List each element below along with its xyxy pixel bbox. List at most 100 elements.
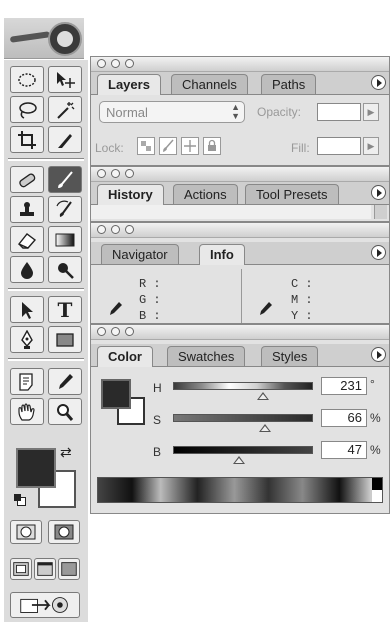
white-swatch[interactable]: [372, 490, 382, 502]
tab-navigator[interactable]: Navigator: [101, 244, 179, 264]
pen-tool[interactable]: [10, 326, 44, 353]
gradient-tool[interactable]: [48, 226, 82, 253]
layers-titlebar[interactable]: [91, 57, 389, 72]
tab-layers[interactable]: Layers: [97, 74, 161, 95]
hue-slider-thumb[interactable]: [256, 392, 269, 400]
panel-menu-arrow-icon[interactable]: [371, 185, 386, 200]
standard-mode-button[interactable]: [10, 520, 42, 544]
close-button[interactable]: [97, 225, 106, 234]
zoom-tool[interactable]: [48, 398, 82, 425]
panel-menu-arrow-icon[interactable]: [371, 347, 386, 362]
swap-colors-icon[interactable]: ⇄: [60, 444, 72, 461]
minimize-button[interactable]: [111, 169, 120, 178]
blend-mode-select[interactable]: Normal ▲ ▼: [99, 101, 245, 123]
hue-slider[interactable]: [173, 382, 313, 390]
zoom-button[interactable]: [125, 327, 134, 336]
default-colors-icon[interactable]: [14, 494, 26, 506]
eyedropper-tool[interactable]: [48, 368, 82, 395]
tab-color[interactable]: Color: [97, 346, 153, 367]
zoom-button[interactable]: [125, 225, 134, 234]
quick-mask-button[interactable]: [48, 520, 80, 544]
black-swatch[interactable]: [372, 478, 382, 490]
tab-history[interactable]: History: [97, 184, 164, 205]
move-tool[interactable]: [48, 66, 82, 93]
close-button[interactable]: [97, 59, 106, 68]
jump-to-imageready-button[interactable]: [10, 592, 80, 618]
saturation-slider-thumb[interactable]: [259, 424, 272, 432]
panel-menu-arrow-icon[interactable]: [371, 75, 386, 90]
close-button[interactable]: [97, 327, 106, 336]
hue-label: H: [153, 381, 162, 395]
fill-arrow-button[interactable]: ▶: [363, 137, 379, 155]
shape-tool[interactable]: [48, 326, 82, 353]
full-screen-menu-mode-button[interactable]: [34, 558, 56, 580]
color-ramp[interactable]: [97, 477, 383, 503]
marquee-tool[interactable]: [10, 66, 44, 93]
panel-foreground-swatch[interactable]: [101, 379, 131, 409]
standard-screen-mode-button[interactable]: [10, 558, 32, 580]
clone-stamp-tool[interactable]: [10, 196, 44, 223]
saturation-slider[interactable]: [173, 414, 313, 422]
scrollbar[interactable]: [374, 205, 387, 219]
hand-icon: [18, 402, 35, 421]
minimize-button[interactable]: [111, 59, 120, 68]
tab-info[interactable]: Info: [199, 244, 245, 265]
dodge-tool[interactable]: [48, 256, 82, 283]
tab-actions[interactable]: Actions: [173, 184, 238, 204]
magic-wand-icon: [57, 101, 75, 119]
magnifier-icon: [57, 403, 74, 421]
fill-field[interactable]: [317, 137, 361, 155]
lock-pixels-button[interactable]: [159, 137, 177, 155]
minimize-button[interactable]: [111, 327, 120, 336]
tab-channels[interactable]: Channels: [171, 74, 248, 94]
info-b-label: B :: [139, 309, 161, 323]
tab-styles[interactable]: Styles: [261, 346, 319, 366]
tab-swatches[interactable]: Swatches: [167, 346, 246, 366]
hue-field[interactable]: 231: [321, 377, 367, 395]
tab-paths[interactable]: Paths: [261, 74, 317, 94]
opacity-field[interactable]: [317, 103, 361, 121]
minimize-button[interactable]: [111, 225, 120, 234]
path-selection-tool[interactable]: [10, 296, 44, 323]
full-screen-mode-button[interactable]: [58, 558, 80, 580]
info-y-label: Y :: [291, 309, 313, 323]
lock-all-button[interactable]: [203, 137, 221, 155]
eraser-tool[interactable]: [10, 226, 44, 253]
notes-tool[interactable]: [10, 368, 44, 395]
saturation-field[interactable]: 66: [321, 409, 367, 427]
history-titlebar[interactable]: [91, 167, 389, 182]
close-button[interactable]: [97, 169, 106, 178]
photoshop-logo-button[interactable]: [4, 18, 84, 59]
history-list[interactable]: [91, 205, 371, 219]
ellipse-marquee-icon: [18, 72, 36, 87]
brightness-slider[interactable]: [173, 446, 313, 454]
note-icon: [19, 372, 33, 391]
blur-tool[interactable]: [10, 256, 44, 283]
foreground-color-swatch[interactable]: [16, 448, 56, 488]
info-titlebar[interactable]: [91, 223, 389, 238]
lock-position-button[interactable]: [181, 137, 199, 155]
zoom-button[interactable]: [125, 59, 134, 68]
crop-tool[interactable]: [10, 126, 44, 153]
hand-tool[interactable]: [10, 398, 44, 425]
tab-tool-presets[interactable]: Tool Presets: [245, 184, 339, 204]
history-panel: History Actions Tool Presets: [90, 166, 390, 222]
lasso-tool[interactable]: [10, 96, 44, 123]
history-brush-tool[interactable]: [48, 196, 82, 223]
brush-tool[interactable]: [48, 166, 82, 193]
type-tool[interactable]: T: [48, 296, 82, 323]
zoom-button[interactable]: [125, 169, 134, 178]
brightness-slider-thumb[interactable]: [232, 456, 245, 464]
lock-transparency-button[interactable]: [137, 137, 155, 155]
healing-brush-tool[interactable]: [10, 166, 44, 193]
slice-tool[interactable]: [48, 126, 82, 153]
magic-wand-tool[interactable]: [48, 96, 82, 123]
color-titlebar[interactable]: [91, 325, 389, 340]
quick-mask-icon: [54, 524, 74, 540]
brightness-field[interactable]: 47: [321, 441, 367, 459]
dodge-icon: [58, 262, 74, 279]
opacity-arrow-button[interactable]: ▶: [363, 103, 379, 121]
info-panel: Navigator Info R : G : B : C : M : Y :: [90, 222, 390, 324]
panel-menu-arrow-icon[interactable]: [371, 245, 386, 260]
brightness-label: B: [153, 445, 162, 459]
